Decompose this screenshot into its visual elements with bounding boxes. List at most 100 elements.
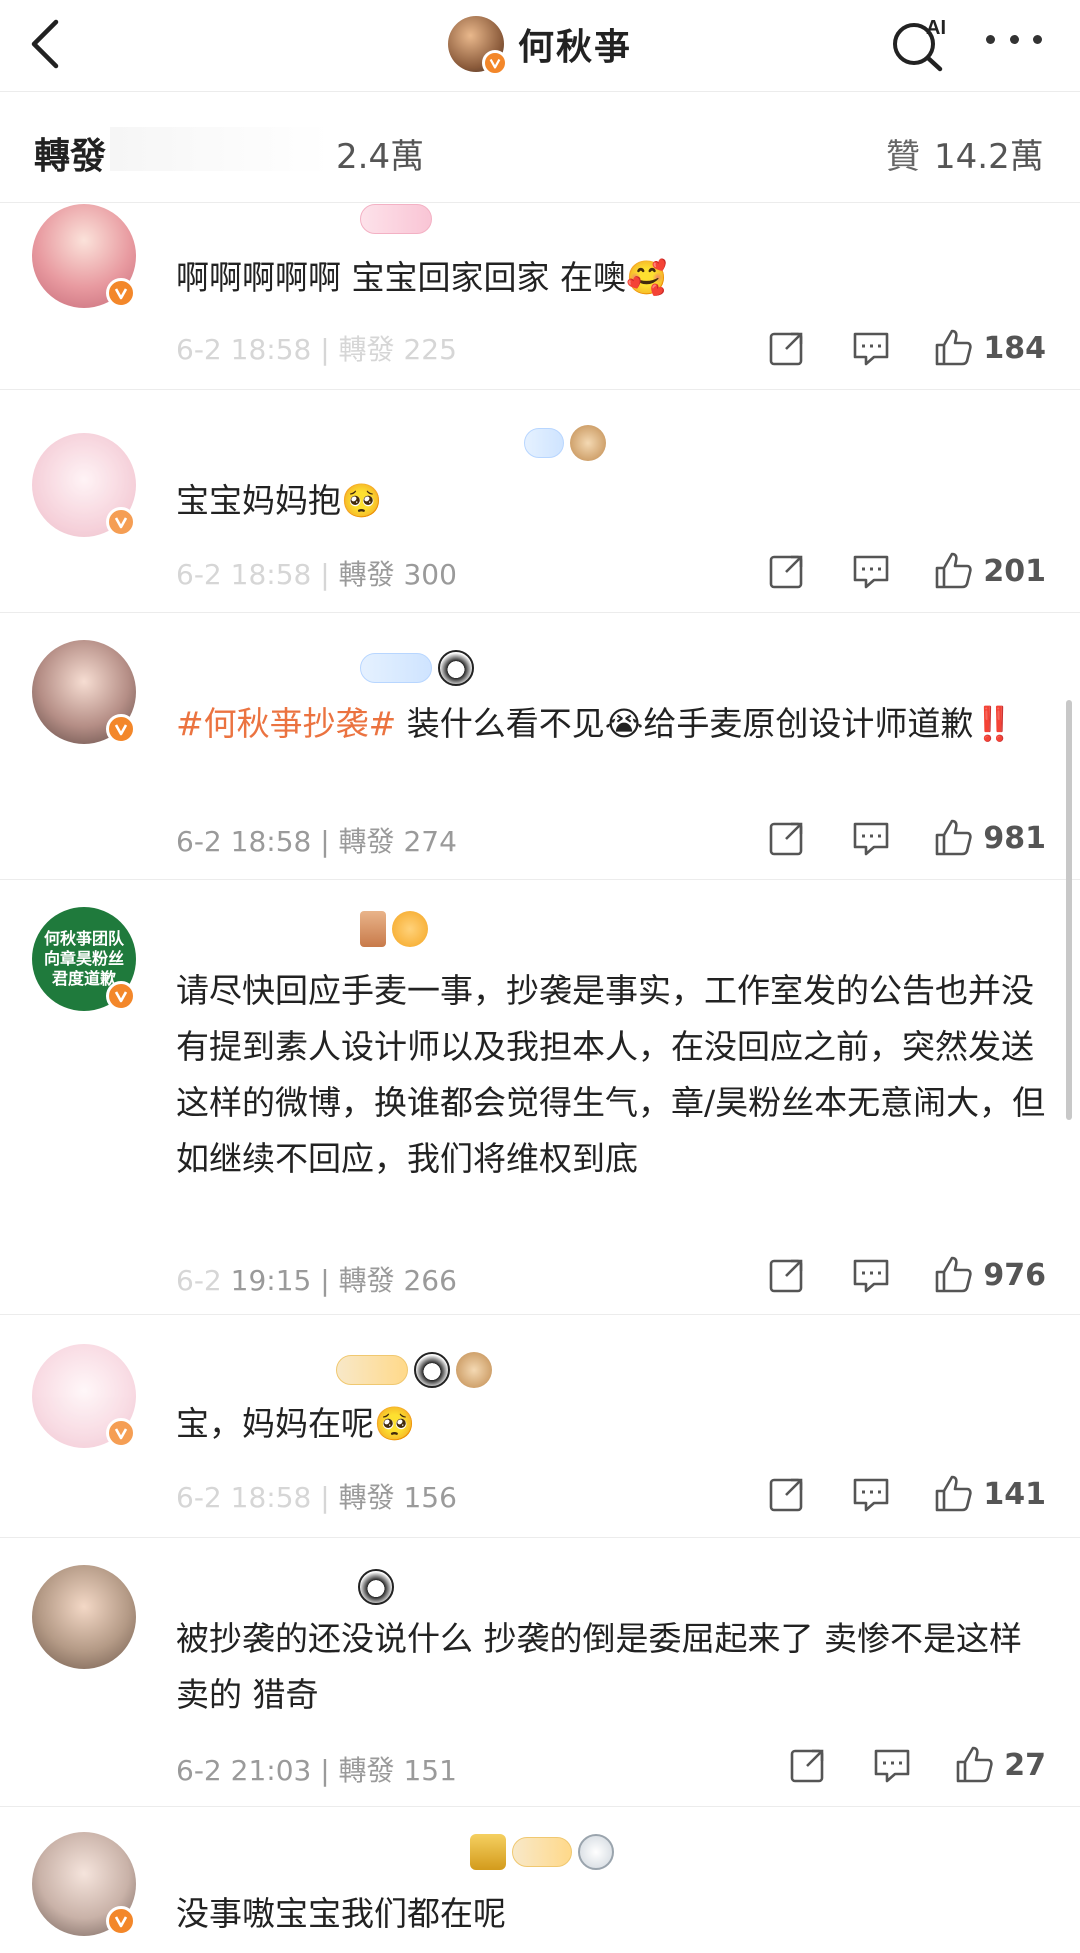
verified-badge-icon xyxy=(106,1906,136,1936)
badge-icon xyxy=(512,1837,572,1867)
verified-badge-icon xyxy=(106,1418,136,1448)
tab-likes[interactable]: 贊 xyxy=(886,129,920,178)
share-icon[interactable] xyxy=(765,1253,809,1297)
comment-icon[interactable] xyxy=(870,1743,914,1787)
verified-badge-icon xyxy=(106,981,136,1011)
share-icon[interactable] xyxy=(765,326,809,370)
comment-item: 被抄袭的还没说什么 抄袭的倒是委屈起来了 卖惨不是这样卖的 猎奇 6-2 21:… xyxy=(0,1539,1080,1807)
comment-item: #何秋亊抄袭# 装什么看不见😭给手麦原创设计师道歉‼️ 6-2 18:58 | … xyxy=(0,614,1080,880)
avatar[interactable] xyxy=(32,1344,136,1448)
like-button[interactable]: 201 xyxy=(933,551,1046,591)
comment-meta: 6-2 19:15 | 轉發 266 xyxy=(176,1264,457,1297)
share-icon[interactable] xyxy=(765,816,809,860)
comment-text: 被抄袭的还没说什么 抄袭的倒是委屈起来了 卖惨不是这样卖的 猎奇 xyxy=(176,1619,1022,1714)
like-button[interactable]: 184 xyxy=(933,328,1046,368)
comment-meta: 6-2 18:58 | 轉發 225 xyxy=(176,333,457,366)
comment-meta: 6-2 18:58 | 轉發 274 xyxy=(176,825,457,858)
thumbs-up-icon xyxy=(936,329,973,366)
badge-icon xyxy=(360,204,432,234)
avatar[interactable]: 何秋亊团队 向章昊粉丝 君度道歉 xyxy=(32,907,136,1011)
share-icon[interactable] xyxy=(765,1472,809,1516)
badge-icon xyxy=(360,653,432,683)
comment-actions: 184 xyxy=(725,326,1046,370)
user-badges xyxy=(360,650,474,686)
comment-actions: 201 xyxy=(725,549,1046,593)
avatar-text: 何秋亊团队 向章昊粉丝 君度道歉 xyxy=(43,929,124,988)
thumbs-up-icon xyxy=(936,819,973,856)
bubble-tea-icon xyxy=(570,425,606,461)
tab-repost[interactable]: 轉發 xyxy=(34,127,106,179)
comment-text: #何秋亊抄袭# 装什么看不见😭给手麦原创设计师道歉‼️ xyxy=(176,704,1015,743)
comment-meta: 6-2 21:03 | 轉發 151 xyxy=(176,1754,457,1787)
comment-meta: 6-2 18:58 | 轉發 156 xyxy=(176,1481,457,1514)
blurred-region xyxy=(110,127,330,171)
bubble-tea-icon xyxy=(456,1352,492,1388)
like-count: 141 xyxy=(983,1476,1046,1512)
ai-search-icon[interactable]: AI xyxy=(888,12,954,72)
thumbs-up-icon xyxy=(936,1475,973,1512)
like-count: 201 xyxy=(983,553,1046,589)
ai-label: AI xyxy=(926,17,946,39)
verified-badge-icon xyxy=(106,507,136,537)
comment-text: 啊啊啊啊啊 宝宝回家回家 在噢🥰 xyxy=(176,258,668,297)
user-badges xyxy=(336,1352,492,1388)
like-button[interactable]: 141 xyxy=(933,1474,1046,1514)
comment-text: 宝宝妈妈抱🥺 xyxy=(176,481,383,520)
scrollbar[interactable] xyxy=(1066,700,1072,1120)
comment-meta: 6-2 18:58 | 轉發 300 xyxy=(176,558,457,591)
panda-icon xyxy=(414,1352,450,1388)
likes-count: 14.2萬 xyxy=(934,137,1044,177)
comment-icon[interactable] xyxy=(849,326,893,370)
more-icon[interactable] xyxy=(986,24,1042,54)
thumbs-up-icon xyxy=(936,1256,973,1293)
avatar[interactable] xyxy=(32,1832,136,1936)
comment-icon[interactable] xyxy=(849,1472,893,1516)
comment-icon[interactable] xyxy=(849,549,893,593)
avatar[interactable] xyxy=(32,1565,136,1669)
comment-item: 宝宝妈妈抱🥺 6-2 18:58 | 轉發 300 201 xyxy=(0,391,1080,613)
pufferfish-icon xyxy=(392,911,428,947)
like-button[interactable]: 976 xyxy=(933,1255,1046,1295)
comment-item: 啊啊啊啊啊 宝宝回家回家 在噢🥰 6-2 18:58 | 轉發 225 184 xyxy=(0,204,1080,390)
like-count: 27 xyxy=(1004,1747,1046,1783)
verified-badge-icon xyxy=(106,278,136,308)
user-badges xyxy=(470,1834,614,1870)
cat-icon xyxy=(578,1834,614,1870)
panda-icon xyxy=(358,1569,394,1605)
like-button[interactable]: 981 xyxy=(933,818,1046,858)
like-button[interactable]: 27 xyxy=(954,1745,1046,1785)
avatar[interactable] xyxy=(32,204,136,308)
comment-text: 没事嗷宝宝我们都在呢 xyxy=(176,1894,506,1933)
like-count: 981 xyxy=(983,820,1046,856)
avatar[interactable] xyxy=(32,433,136,537)
share-icon[interactable] xyxy=(786,1743,830,1787)
comment-actions: 27 xyxy=(746,1743,1046,1787)
share-icon[interactable] xyxy=(765,549,809,593)
user-badges xyxy=(360,204,432,234)
hashtag-link[interactable]: #何秋亊抄袭# xyxy=(176,704,396,743)
comment-item: 宝，妈妈在呢🥺 6-2 18:58 | 轉發 156 141 xyxy=(0,1316,1080,1538)
avatar[interactable] xyxy=(32,640,136,744)
page-title: 何秋亊 xyxy=(517,27,632,68)
user-badges xyxy=(358,1569,394,1605)
like-count: 976 xyxy=(983,1257,1046,1293)
user-badges xyxy=(360,911,428,947)
verified-badge-icon xyxy=(106,714,136,744)
verified-badge-icon xyxy=(481,50,508,76)
profile-avatar[interactable] xyxy=(447,16,508,76)
user-badges xyxy=(524,425,606,461)
comment-actions: 981 xyxy=(725,816,1046,860)
comment-actions: 141 xyxy=(725,1472,1046,1516)
repost-count: 2.4萬 xyxy=(336,137,425,177)
stats-bar: 轉發 2.4萬 贊 14.2萬 xyxy=(0,93,1080,203)
comment-icon[interactable] xyxy=(849,816,893,860)
hourglass-icon xyxy=(360,911,386,947)
badge-icon xyxy=(524,428,564,458)
comment-actions: 976 xyxy=(725,1253,1046,1297)
badge-icon xyxy=(336,1355,408,1385)
crown-icon xyxy=(470,1834,506,1870)
comment-text: 请尽快回应手麦一事，抄袭是事实，工作室发的公告也并没有提到素人设计师以及我担本人… xyxy=(176,971,1046,1178)
comment-icon[interactable] xyxy=(849,1253,893,1297)
top-nav-bar: 何秋亊 AI xyxy=(0,0,1080,92)
comment-text: 宝，妈妈在呢🥺 xyxy=(176,1404,416,1443)
